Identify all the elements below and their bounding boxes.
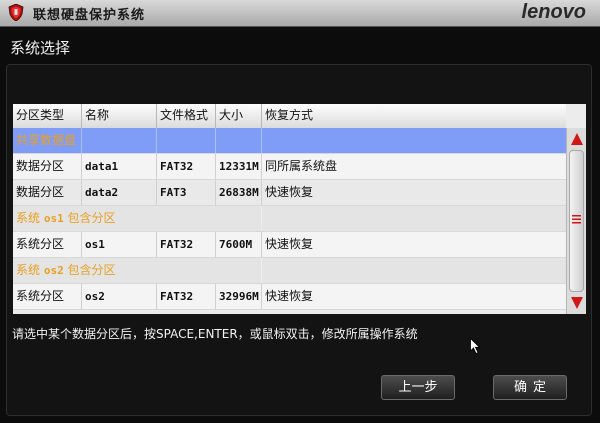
table-row-group-os2[interactable]: 系统 os2 包含分区 xyxy=(13,258,566,284)
table-row[interactable]: 系统分区 os2 FAT32 32996M 快速恢复 xyxy=(13,284,566,310)
partition-table: 分区类型 名称 文件格式 大小 恢复方式 共享数据盘 数据分区 data1 FA… xyxy=(13,104,586,314)
cell-restore: 快速恢复 xyxy=(265,185,314,199)
cell-spacer xyxy=(13,128,82,153)
column-header-name: 名称 xyxy=(82,104,157,128)
table-body: 共享数据盘 数据分区 data1 FAT32 12331M 同所属系统盘 数据分… xyxy=(13,128,566,310)
cell-format: FAT32 xyxy=(157,284,216,309)
table-row[interactable]: 数据分区 data1 FAT32 12331M 同所属系统盘 xyxy=(13,154,566,180)
group-label: 系统 os1 包含分区 xyxy=(16,211,116,225)
cell-name: data1 xyxy=(82,154,157,179)
confirm-button[interactable]: 确定 xyxy=(493,375,567,400)
cell-spacer xyxy=(216,128,262,153)
cell-spacer xyxy=(216,206,262,231)
column-header-type: 分区类型 xyxy=(13,104,82,128)
table-row-group-shared[interactable]: 共享数据盘 xyxy=(13,128,566,154)
cell-spacer xyxy=(82,128,157,153)
cell-size: 26838M xyxy=(216,180,262,205)
title-bar: 联想硬盘保护系统 lenovo xyxy=(0,0,600,27)
back-button[interactable]: 上一步 xyxy=(381,375,455,400)
cell-format: FAT32 xyxy=(157,154,216,179)
lenovo-logo: lenovo xyxy=(521,1,586,23)
cell-size: 32996M xyxy=(216,284,262,309)
cell-format: FAT3 xyxy=(157,180,216,205)
column-header-restore: 恢复方式 xyxy=(265,108,314,122)
table-header: 分区类型 名称 文件格式 大小 恢复方式 xyxy=(13,104,566,129)
scroll-grip-icon xyxy=(572,215,581,224)
cell-spacer xyxy=(216,258,262,283)
table-row[interactable]: 数据分区 data2 FAT3 26838M 快速恢复 xyxy=(13,180,566,206)
column-header-size: 大小 xyxy=(216,104,262,128)
window-title: 联想硬盘保护系统 xyxy=(33,8,146,23)
cell-name: os2 xyxy=(82,284,157,309)
group-label: 系统 os2 包含分区 xyxy=(16,263,116,277)
table-row-group-os1[interactable]: 系统 os1 包含分区 xyxy=(13,206,566,232)
mouse-cursor-icon xyxy=(470,338,480,354)
scroll-up-arrow-icon[interactable] xyxy=(570,132,584,146)
table-scrollbar[interactable] xyxy=(566,128,586,314)
column-header-format: 文件格式 xyxy=(157,104,216,128)
cell-name: data2 xyxy=(82,180,157,205)
cell-size: 7600M xyxy=(216,232,262,257)
cell-name: os1 xyxy=(82,232,157,257)
table-row[interactable]: 系统分区 os1 FAT32 7600M 快速恢复 xyxy=(13,232,566,258)
cell-restore: 同所属系统盘 xyxy=(265,159,338,173)
scroll-thumb[interactable] xyxy=(569,150,584,292)
scroll-down-arrow-icon[interactable] xyxy=(570,296,584,310)
instruction-text: 请选中某个数据分区后，按SPACE,ENTER，或鼠标双击，修改所属操作系统 xyxy=(12,327,418,341)
cell-format: FAT32 xyxy=(157,232,216,257)
cell-spacer xyxy=(157,128,216,153)
cell-type: 数据分区 xyxy=(13,154,82,179)
cell-type: 数据分区 xyxy=(13,180,82,205)
app-shield-icon xyxy=(8,4,24,21)
cell-type: 系统分区 xyxy=(13,284,82,309)
cell-type: 系统分区 xyxy=(13,232,82,257)
page-title: 系统选择 xyxy=(10,39,71,57)
cell-restore: 快速恢复 xyxy=(265,237,314,251)
cell-restore: 快速恢复 xyxy=(265,289,314,303)
cell-size: 12331M xyxy=(216,154,262,179)
